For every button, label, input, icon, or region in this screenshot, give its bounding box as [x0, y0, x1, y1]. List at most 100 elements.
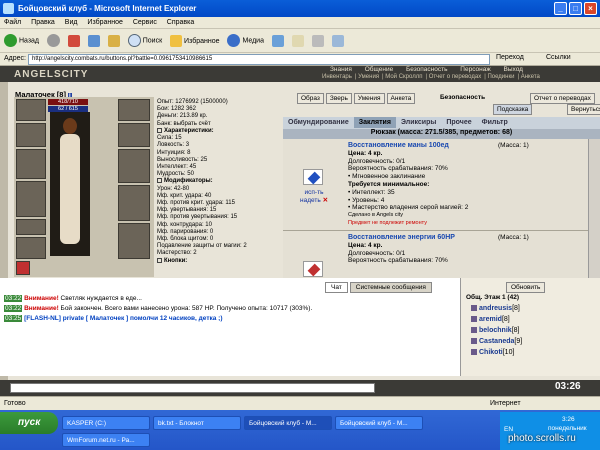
menu-tools[interactable]: Сервис: [133, 19, 157, 26]
task-browser-2[interactable]: Бойцовский клуб - М...: [335, 416, 423, 430]
menu-favorites[interactable]: Избранное: [87, 19, 122, 26]
minimize-button[interactable]: _: [554, 2, 567, 15]
online-user[interactable]: Castaneda[9]: [471, 338, 522, 345]
subnav-profile[interactable]: Анкета: [521, 74, 540, 80]
nav-knowledge[interactable]: Знания: [330, 66, 352, 73]
online-user[interactable]: belochnik[8]: [471, 327, 519, 334]
tab-chat[interactable]: Чат: [325, 282, 348, 293]
tab-other[interactable]: Прочее: [441, 117, 476, 128]
subnav-fights[interactable]: Поединки: [487, 74, 514, 80]
tray-time[interactable]: 3:26: [562, 416, 575, 423]
helmet-slot[interactable]: [16, 99, 46, 121]
subnav-transfers[interactable]: Отчет о переводах: [429, 74, 482, 80]
image-button[interactable]: Образ: [297, 93, 324, 104]
edit-button[interactable]: [331, 34, 344, 47]
print-button[interactable]: [311, 34, 324, 47]
go-button[interactable]: Переход: [496, 54, 524, 61]
home-button[interactable]: [107, 34, 120, 47]
shield-slot[interactable]: [118, 149, 150, 183]
close-button[interactable]: ×: [584, 2, 597, 15]
profile-button[interactable]: Анкета: [386, 93, 416, 104]
return-button[interactable]: Вернуться: [567, 104, 600, 115]
task-browser-1[interactable]: Бойцовский клуб - М...: [244, 416, 332, 430]
task-notepad[interactable]: bk.txt - Блокнот: [153, 416, 241, 430]
online-user[interactable]: Chikoti[10]: [471, 349, 514, 356]
menu-edit[interactable]: Правка: [31, 19, 55, 26]
nav-security[interactable]: Безопасность: [406, 66, 447, 73]
skills-button[interactable]: Умения: [353, 93, 385, 104]
chat-time[interactable]: 03:22: [4, 295, 23, 302]
history-button[interactable]: [271, 34, 284, 47]
amulet-slot[interactable]: [16, 123, 46, 147]
tab-spells[interactable]: Заклятия: [353, 117, 396, 128]
delete-icon[interactable]: ✕: [323, 197, 328, 204]
start-button[interactable]: пуск: [0, 412, 58, 434]
characteristics-header[interactable]: Характеристики:: [157, 127, 247, 135]
search-label: Поиск: [142, 37, 163, 45]
refresh-button[interactable]: [87, 34, 100, 47]
language-indicator[interactable]: EN: [504, 426, 513, 433]
links-button[interactable]: Ссылки: [546, 54, 571, 61]
stop-button[interactable]: [67, 34, 80, 47]
gloves-slot[interactable]: [118, 123, 150, 147]
media-button[interactable]: Медиа: [227, 34, 264, 47]
subnav-scroll[interactable]: Мой Скроллп: [385, 74, 422, 80]
security-label[interactable]: Безопасность: [440, 94, 485, 101]
back-button[interactable]: Назад: [4, 34, 39, 47]
clan-icon: [471, 338, 477, 345]
report-button[interactable]: Отчет о переводах: [530, 93, 595, 104]
task-kasper[interactable]: KASPER (C:): [62, 416, 150, 430]
chat-time[interactable]: 03:25: [4, 315, 23, 323]
subnav-inventory[interactable]: Инвентарь: [322, 74, 352, 80]
nav-communication[interactable]: Общение: [365, 66, 394, 73]
ring-slot[interactable]: [16, 237, 46, 259]
mail-button[interactable]: [291, 34, 304, 47]
chat-log: 03:22 Внимание! Светляк нуждается в еде.…: [4, 294, 460, 325]
scroll-icon: [303, 261, 323, 277]
use-link[interactable]: исп-ть: [305, 189, 324, 196]
subnav-skills[interactable]: Умения: [358, 74, 379, 80]
buttons-header[interactable]: Кнопки:: [157, 257, 247, 265]
pet-button[interactable]: Зверь: [325, 93, 352, 104]
online-user[interactable]: aremid[8]: [471, 316, 510, 323]
tab-system-messages[interactable]: Системные сообщения: [349, 282, 432, 293]
chat-sender[interactable]: [FLASH-NL]: [24, 315, 61, 322]
address-input[interactable]: http://angelscity.combats.ru/buttons.pl?…: [28, 54, 490, 65]
modifiers-header[interactable]: Модификаторы:: [157, 178, 247, 185]
refresh-button[interactable]: Обновить: [506, 282, 546, 293]
site-header: ANGELSCITY Знания Общение Безопасность П…: [0, 66, 600, 82]
menu-help[interactable]: Справка: [167, 19, 194, 26]
earrings-slot[interactable]: [118, 99, 150, 121]
belt-slot[interactable]: [16, 219, 46, 235]
nav-exit[interactable]: Выход: [504, 66, 523, 73]
favorites-button[interactable]: Избранное: [170, 34, 220, 47]
address-bar: Адрес: http://angelscity.combats.ru/butt…: [0, 53, 600, 66]
armor-slot[interactable]: [16, 181, 46, 217]
online-user[interactable]: andreusis[8]: [471, 305, 520, 312]
nav-character[interactable]: Персонаж: [460, 66, 490, 73]
boots-slot[interactable]: [118, 223, 150, 259]
menu-file[interactable]: Файл: [4, 19, 21, 26]
legs-slot[interactable]: [118, 185, 150, 221]
chat-time[interactable]: 03:22: [4, 305, 23, 313]
chat-input[interactable]: [10, 383, 375, 393]
item-mass: (Масса: 1): [498, 142, 529, 149]
maximize-button[interactable]: □: [569, 2, 582, 15]
stat-bank[interactable]: Банк: выбрать счёт: [157, 121, 247, 128]
search-button[interactable]: Поиск: [127, 34, 163, 47]
item-scrollbar[interactable]: [588, 139, 600, 278]
weapon-slot[interactable]: [16, 149, 46, 179]
item-info: Восстановление маны 100ед Цена: 4 кр. До…: [348, 142, 578, 228]
task-forum[interactable]: WmForum.net.ru - Ра...: [62, 433, 150, 447]
tab-elixirs[interactable]: Эликсиры: [396, 117, 441, 128]
wear-link[interactable]: надеть: [300, 197, 321, 204]
heart-icon[interactable]: [16, 261, 30, 275]
menu-view[interactable]: Вид: [65, 19, 78, 26]
hint-button[interactable]: Подсказка: [493, 104, 533, 115]
tab-filter[interactable]: Фильтр: [477, 117, 513, 128]
media-icon: [227, 34, 241, 47]
taskbar: пуск KASPER (C:) bk.txt - Блокнот Бойцов…: [0, 410, 600, 450]
tab-equipment[interactable]: Обмундирование: [283, 117, 354, 128]
stat-endurance: Выносливость: 25: [157, 156, 208, 163]
forward-button[interactable]: [46, 34, 60, 47]
